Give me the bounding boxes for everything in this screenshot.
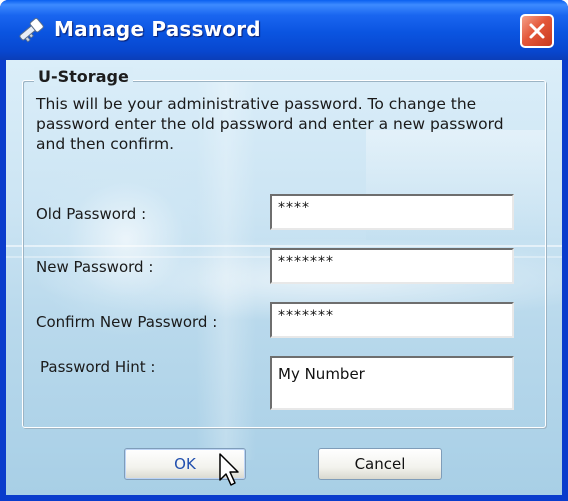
cancel-button[interactable]: Cancel — [318, 448, 442, 480]
title-bar[interactable]: Manage Password — [0, 0, 568, 60]
key-icon — [14, 14, 48, 46]
confirm-password-label: Confirm New Password : — [36, 313, 218, 331]
group-label: U-Storage — [34, 67, 133, 86]
window-title: Manage Password — [54, 17, 261, 41]
description-text: This will be your administrative passwor… — [36, 95, 504, 153]
close-button[interactable] — [520, 14, 554, 48]
confirm-password-field[interactable]: ******* — [270, 302, 514, 338]
new-password-label: New Password : — [36, 258, 154, 276]
new-password-field[interactable]: ******* — [270, 248, 514, 284]
old-password-label: Old Password : — [36, 205, 147, 223]
mouse-pointer-icon — [219, 453, 239, 486]
manage-password-dialog: Manage Password U-Storage This will be y… — [0, 0, 568, 501]
password-hint-field[interactable]: My Number — [270, 356, 514, 410]
dialog-body: U-Storage This will be your administrati… — [6, 60, 562, 495]
close-icon — [529, 23, 545, 39]
old-password-field[interactable]: **** — [270, 194, 514, 230]
password-hint-label: Password Hint : — [40, 358, 156, 376]
